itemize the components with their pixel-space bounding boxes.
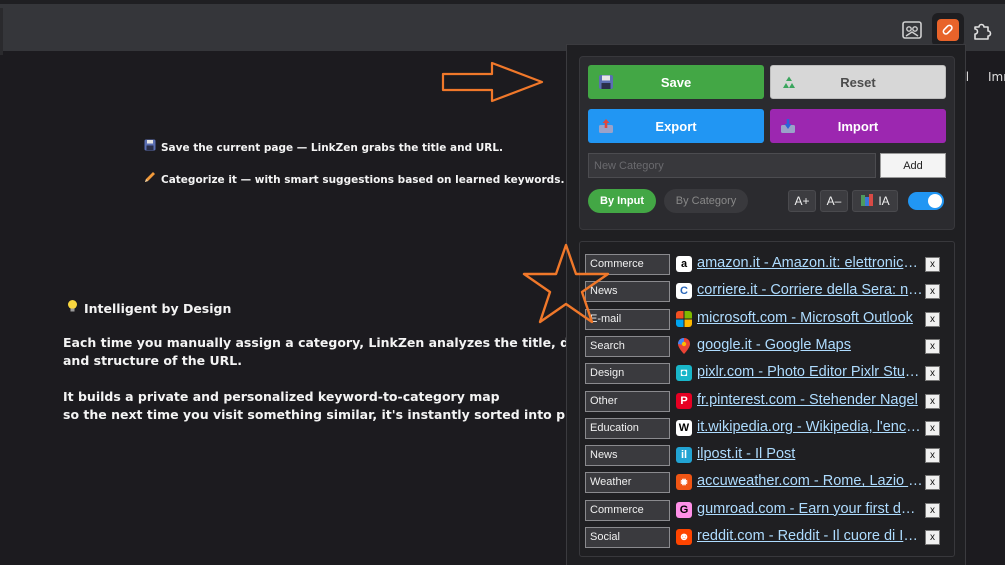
frame-icon[interactable]: [898, 16, 926, 44]
pencil-icon: [144, 171, 156, 186]
category-select[interactable]: Education: [585, 417, 670, 439]
remove-link-button[interactable]: x: [925, 338, 940, 354]
ia-button[interactable]: IA: [852, 190, 898, 212]
category-select[interactable]: News: [585, 445, 670, 467]
reset-button[interactable]: Reset: [770, 65, 946, 99]
outbox-tray-icon: [598, 118, 614, 134]
link-row: Design ◘ pixlr.com - Photo Editor Pixlr St…: [585, 362, 949, 385]
accuweather-icon: ✹: [676, 474, 692, 491]
linkzen-popup: Save Reset Export Import Add By Input By…: [566, 44, 966, 565]
puzzle-icon[interactable]: [968, 16, 996, 44]
link-row: Commerce Ggumroad.com - Earn your first d…: [585, 499, 949, 521]
saved-link[interactable]: microsoft.com - Microsoft Outlook: [697, 310, 923, 326]
remove-link-button[interactable]: x: [925, 366, 940, 382]
microsoft-icon: [676, 310, 692, 327]
inbox-tray-icon: [780, 118, 796, 134]
floppy-disk-icon: [598, 74, 614, 90]
add-category-button[interactable]: Add: [880, 153, 946, 178]
linkzen-extension-icon[interactable]: [932, 13, 964, 47]
remove-link-button[interactable]: x: [925, 475, 940, 491]
category-select[interactable]: Social: [585, 527, 670, 548]
floppy-disk-icon: [144, 139, 156, 154]
saved-link[interactable]: fr.pinterest.com - Stehender Nagel: [697, 392, 923, 408]
saved-link[interactable]: google.it - Google Maps: [697, 337, 923, 353]
paragraph-1: Each time you manually assign a category…: [63, 335, 613, 368]
corriere-icon: C: [676, 283, 692, 300]
remove-link-button[interactable]: x: [925, 311, 940, 327]
pinterest-icon: P: [676, 392, 692, 409]
paragraph-2: It builds a private and personalized key…: [63, 389, 599, 422]
reddit-icon: ☻: [676, 529, 692, 545]
page-cut-text-2: Imm: [988, 70, 1005, 84]
save-button[interactable]: Save: [588, 65, 764, 99]
saved-link[interactable]: it.wikipedia.org - Wikipedia, l'enciclop…: [697, 419, 923, 435]
remove-link-button[interactable]: x: [925, 448, 940, 464]
category-select[interactable]: Weather: [585, 472, 670, 494]
link-row: News il ilpost.it - Il Post x: [585, 444, 949, 467]
toggle-knob: [928, 194, 942, 208]
remove-link-button[interactable]: x: [925, 530, 940, 545]
export-button[interactable]: Export: [588, 109, 764, 143]
font-decrease-button[interactable]: A–: [820, 190, 848, 212]
link-row: Search google.it - Google Maps x: [585, 335, 949, 357]
new-category-input[interactable]: [588, 153, 876, 178]
saved-links-list: Commerce a amazon.it - Amazon.it: elettron…: [579, 241, 955, 557]
saved-link[interactable]: gumroad.com - Earn your first dollar: [697, 501, 923, 517]
saved-link[interactable]: ilpost.it - Il Post: [697, 446, 923, 462]
link-row: Weather ✹ accuweather.com - Rome, Lazio We…: [585, 471, 949, 494]
category-select[interactable]: Other: [585, 390, 670, 412]
saved-link[interactable]: corriere.it - Corriere della Sera: news …: [697, 282, 923, 298]
link-row: Other Pfr.pinterest.com - Stehender Nagel…: [585, 390, 949, 412]
recycle-icon: [781, 75, 797, 91]
wikipedia-icon: W: [676, 419, 692, 436]
ia-toggle[interactable]: [908, 192, 944, 210]
section-heading: Intelligent by Design: [66, 299, 231, 318]
gumroad-icon: G: [676, 501, 692, 518]
feature-line-save: Save the current page — LinkZen grabs th…: [144, 139, 503, 154]
address-bar-edge: [0, 8, 3, 55]
saved-link[interactable]: reddit.com - Reddit - Il cuore di Intern…: [697, 528, 923, 544]
amazon-icon: a: [676, 256, 692, 272]
control-panel: Save Reset Export Import Add By Input By…: [579, 56, 955, 230]
remove-link-button[interactable]: x: [925, 420, 940, 436]
lightbulb-icon: [66, 299, 79, 318]
category-select[interactable]: Design: [585, 363, 670, 385]
saved-link[interactable]: accuweather.com - Rome, Lazio Weather: [697, 473, 923, 489]
remove-link-button[interactable]: x: [925, 502, 940, 518]
ilpost-icon: il: [676, 447, 692, 464]
by-category-button[interactable]: By Category: [664, 189, 748, 213]
remove-link-button[interactable]: x: [925, 393, 940, 409]
import-button[interactable]: Import: [770, 109, 946, 143]
link-row: Education Wit.wikipedia.org - Wikipedia, …: [585, 417, 949, 439]
remove-link-button[interactable]: x: [925, 257, 940, 272]
link-row: Commerce a amazon.it - Amazon.it: elettron…: [585, 253, 949, 275]
remove-link-button[interactable]: x: [925, 284, 940, 300]
feature-line-categorize: Categorize it — with smart suggestions b…: [144, 171, 564, 186]
category-select[interactable]: Search: [585, 335, 670, 357]
category-select[interactable]: Commerce: [585, 499, 670, 521]
books-icon: [860, 193, 874, 210]
by-input-button[interactable]: By Input: [588, 189, 656, 213]
pixlr-icon: ◘: [676, 365, 692, 382]
saved-link[interactable]: amazon.it - Amazon.it: elettronica, libr…: [697, 255, 923, 271]
font-increase-button[interactable]: A+: [788, 190, 816, 212]
link-row: E-mail microsoft.com - Microsoft Outlook x: [585, 308, 949, 330]
arrow-annotation: [441, 61, 544, 103]
link-row: News Ccorriere.it - Corriere della Sera: …: [585, 280, 949, 303]
star-annotation: [522, 243, 610, 324]
saved-link[interactable]: pixlr.com - Photo Editor Pixlr Studio: [697, 364, 923, 380]
link-row: Social ☻ reddit.com - Reddit - Il cuore di…: [585, 526, 949, 548]
google-maps-icon: [676, 337, 692, 354]
